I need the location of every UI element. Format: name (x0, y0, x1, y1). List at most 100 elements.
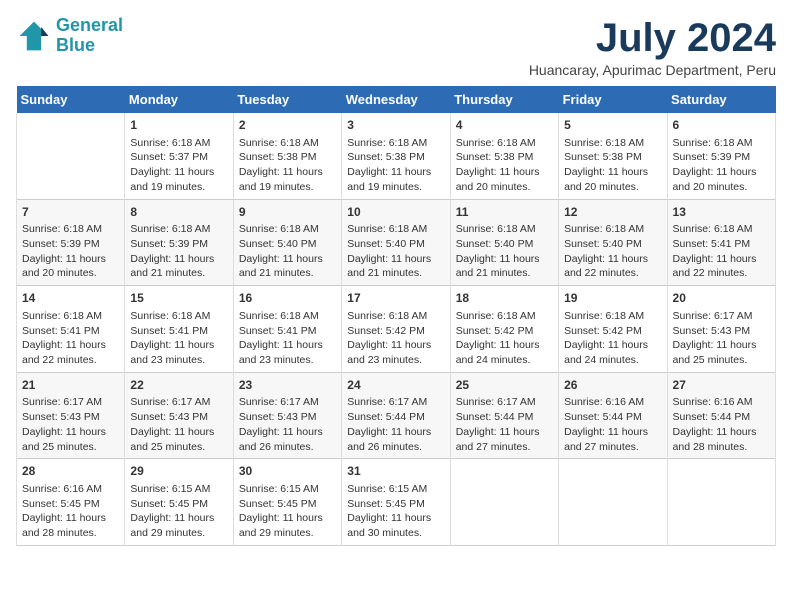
day-info: Sunrise: 6:18 AM Sunset: 5:41 PM Dayligh… (130, 309, 227, 368)
day-info: Sunrise: 6:15 AM Sunset: 5:45 PM Dayligh… (130, 482, 227, 541)
day-number: 5 (564, 117, 661, 134)
day-info: Sunrise: 6:17 AM Sunset: 5:43 PM Dayligh… (239, 395, 336, 454)
day-number: 1 (130, 117, 227, 134)
day-info: Sunrise: 6:18 AM Sunset: 5:40 PM Dayligh… (564, 222, 661, 281)
day-info: Sunrise: 6:15 AM Sunset: 5:45 PM Dayligh… (239, 482, 336, 541)
calendar-subtitle: Huancaray, Apurimac Department, Peru (529, 62, 776, 78)
week-row: 28 Sunrise: 6:16 AM Sunset: 5:45 PM Dayli… (17, 459, 776, 546)
day-cell: 22Sunrise: 6:17 AM Sunset: 5:43 PM Dayli… (125, 372, 233, 459)
day-number: 29 (130, 463, 227, 480)
day-cell: 26Sunrise: 6:16 AM Sunset: 5:44 PM Dayli… (559, 372, 667, 459)
day-info: Sunrise: 6:15 AM Sunset: 5:45 PM Dayligh… (347, 482, 444, 541)
day-info: Sunrise: 6:16 AM Sunset: 5:45 PM Dayligh… (22, 482, 119, 541)
day-number: 25 (456, 377, 553, 394)
day-cell: 6 Sunrise: 6:18 AM Sunset: 5:39 PM Daylig… (667, 113, 775, 199)
day-number: 19 (564, 290, 661, 307)
day-number: 10 (347, 204, 444, 221)
day-number: 12 (564, 204, 661, 221)
column-header-saturday: Saturday (667, 86, 775, 113)
day-number: 15 (130, 290, 227, 307)
day-number: 3 (347, 117, 444, 134)
week-row: 14 Sunrise: 6:18 AM Sunset: 5:41 PM Dayli… (17, 286, 776, 373)
day-cell: 5 Sunrise: 6:18 AM Sunset: 5:38 PM Daylig… (559, 113, 667, 199)
title-block: July 2024 Huancaray, Apurimac Department… (529, 16, 776, 78)
day-info: Sunrise: 6:17 AM Sunset: 5:43 PM Dayligh… (673, 309, 770, 368)
day-number: 16 (239, 290, 336, 307)
day-cell: 12Sunrise: 6:18 AM Sunset: 5:40 PM Dayli… (559, 199, 667, 286)
day-info: Sunrise: 6:18 AM Sunset: 5:39 PM Dayligh… (130, 222, 227, 281)
day-number: 7 (22, 204, 119, 221)
column-header-sunday: Sunday (17, 86, 125, 113)
day-number: 11 (456, 204, 553, 221)
day-info: Sunrise: 6:18 AM Sunset: 5:42 PM Dayligh… (347, 309, 444, 368)
day-cell: 18Sunrise: 6:18 AM Sunset: 5:42 PM Dayli… (450, 286, 558, 373)
day-number: 30 (239, 463, 336, 480)
day-info: Sunrise: 6:18 AM Sunset: 5:37 PM Dayligh… (130, 136, 227, 195)
day-cell: 13Sunrise: 6:18 AM Sunset: 5:41 PM Dayli… (667, 199, 775, 286)
day-number: 31 (347, 463, 444, 480)
day-number: 8 (130, 204, 227, 221)
day-cell (17, 113, 125, 199)
day-info: Sunrise: 6:18 AM Sunset: 5:40 PM Dayligh… (456, 222, 553, 281)
day-cell: 1 Sunrise: 6:18 AM Sunset: 5:37 PM Daylig… (125, 113, 233, 199)
day-number: 20 (673, 290, 770, 307)
day-info: Sunrise: 6:18 AM Sunset: 5:39 PM Dayligh… (673, 136, 770, 195)
day-info: Sunrise: 6:18 AM Sunset: 5:38 PM Dayligh… (456, 136, 553, 195)
column-header-tuesday: Tuesday (233, 86, 341, 113)
day-cell: 23Sunrise: 6:17 AM Sunset: 5:43 PM Dayli… (233, 372, 341, 459)
day-info: Sunrise: 6:17 AM Sunset: 5:44 PM Dayligh… (347, 395, 444, 454)
day-info: Sunrise: 6:18 AM Sunset: 5:41 PM Dayligh… (673, 222, 770, 281)
day-cell (559, 459, 667, 546)
day-info: Sunrise: 6:18 AM Sunset: 5:39 PM Dayligh… (22, 222, 119, 281)
day-cell (667, 459, 775, 546)
calendar-header: SundayMondayTuesdayWednesdayThursdayFrid… (17, 86, 776, 113)
week-row: 21Sunrise: 6:17 AM Sunset: 5:43 PM Dayli… (17, 372, 776, 459)
column-header-friday: Friday (559, 86, 667, 113)
day-number: 2 (239, 117, 336, 134)
logo-icon (16, 18, 52, 54)
day-cell: 31 Sunrise: 6:15 AM Sunset: 5:45 PM Dayli… (342, 459, 450, 546)
day-number: 6 (673, 117, 770, 134)
week-row: 7Sunrise: 6:18 AM Sunset: 5:39 PM Daylig… (17, 199, 776, 286)
day-info: Sunrise: 6:16 AM Sunset: 5:44 PM Dayligh… (564, 395, 661, 454)
day-number: 14 (22, 290, 119, 307)
day-info: Sunrise: 6:18 AM Sunset: 5:40 PM Dayligh… (347, 222, 444, 281)
day-number: 17 (347, 290, 444, 307)
column-header-thursday: Thursday (450, 86, 558, 113)
day-cell: 8Sunrise: 6:18 AM Sunset: 5:39 PM Daylig… (125, 199, 233, 286)
logo: General Blue (16, 16, 123, 56)
day-cell: 28 Sunrise: 6:16 AM Sunset: 5:45 PM Dayli… (17, 459, 125, 546)
day-cell: 20 Sunrise: 6:17 AM Sunset: 5:43 PM Dayli… (667, 286, 775, 373)
day-number: 22 (130, 377, 227, 394)
day-cell: 3Sunrise: 6:18 AM Sunset: 5:38 PM Daylig… (342, 113, 450, 199)
day-info: Sunrise: 6:17 AM Sunset: 5:43 PM Dayligh… (22, 395, 119, 454)
day-info: Sunrise: 6:18 AM Sunset: 5:41 PM Dayligh… (22, 309, 119, 368)
day-number: 4 (456, 117, 553, 134)
day-number: 24 (347, 377, 444, 394)
day-cell: 7Sunrise: 6:18 AM Sunset: 5:39 PM Daylig… (17, 199, 125, 286)
day-info: Sunrise: 6:16 AM Sunset: 5:44 PM Dayligh… (673, 395, 770, 454)
calendar-table: SundayMondayTuesdayWednesdayThursdayFrid… (16, 86, 776, 546)
week-row: 1 Sunrise: 6:18 AM Sunset: 5:37 PM Daylig… (17, 113, 776, 199)
day-info: Sunrise: 6:18 AM Sunset: 5:42 PM Dayligh… (564, 309, 661, 368)
day-info: Sunrise: 6:17 AM Sunset: 5:43 PM Dayligh… (130, 395, 227, 454)
day-cell: 15 Sunrise: 6:18 AM Sunset: 5:41 PM Dayli… (125, 286, 233, 373)
page-header: General Blue July 2024 Huancaray, Apurim… (16, 16, 776, 78)
day-cell: 9Sunrise: 6:18 AM Sunset: 5:40 PM Daylig… (233, 199, 341, 286)
day-info: Sunrise: 6:18 AM Sunset: 5:38 PM Dayligh… (239, 136, 336, 195)
day-info: Sunrise: 6:18 AM Sunset: 5:38 PM Dayligh… (564, 136, 661, 195)
day-cell: 17 Sunrise: 6:18 AM Sunset: 5:42 PM Dayli… (342, 286, 450, 373)
day-info: Sunrise: 6:17 AM Sunset: 5:44 PM Dayligh… (456, 395, 553, 454)
logo-text: General Blue (56, 16, 123, 56)
day-cell: 10Sunrise: 6:18 AM Sunset: 5:40 PM Dayli… (342, 199, 450, 286)
column-header-monday: Monday (125, 86, 233, 113)
day-cell: 24Sunrise: 6:17 AM Sunset: 5:44 PM Dayli… (342, 372, 450, 459)
day-number: 23 (239, 377, 336, 394)
day-cell (450, 459, 558, 546)
day-cell: 2 Sunrise: 6:18 AM Sunset: 5:38 PM Daylig… (233, 113, 341, 199)
day-number: 26 (564, 377, 661, 394)
day-cell: 29 Sunrise: 6:15 AM Sunset: 5:45 PM Dayli… (125, 459, 233, 546)
calendar-title: July 2024 (529, 16, 776, 60)
day-number: 9 (239, 204, 336, 221)
day-number: 28 (22, 463, 119, 480)
